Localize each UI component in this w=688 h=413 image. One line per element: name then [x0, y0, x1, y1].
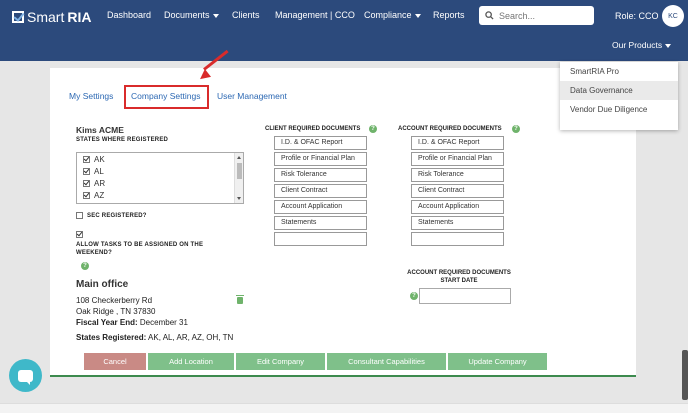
logo-text-bold: RIA	[67, 9, 92, 25]
state-label: AK	[94, 155, 105, 164]
annotation-highlight-box	[124, 85, 209, 109]
client-doc-field[interactable]: Profile or Financial Plan	[274, 152, 367, 166]
avatar[interactable]: KC	[662, 5, 684, 27]
help-icon[interactable]: ?	[410, 292, 418, 300]
state-option[interactable]: AK	[77, 154, 243, 165]
logo-check-icon	[12, 11, 24, 23]
listbox-scrollbar[interactable]	[234, 153, 243, 203]
office-address-line1: 108 Checkerberry Rd	[76, 296, 153, 305]
role-label: Role: CCO	[615, 11, 659, 21]
state-option[interactable]: AR	[77, 178, 243, 189]
state-label: AR	[94, 179, 106, 188]
checkbox[interactable]	[83, 180, 90, 187]
our-products-menu[interactable]: Our Products	[612, 40, 672, 50]
client-doc-field[interactable]: Client Contract	[274, 184, 367, 198]
states-registered-label: STATES WHERE REGISTERED	[76, 137, 169, 143]
client-doc-field[interactable]: Statements	[274, 216, 367, 230]
start-date-input[interactable]	[419, 288, 511, 304]
sec-registered-label: SEC REGISTERED?	[87, 213, 147, 219]
cancel-button[interactable]: Cancel	[84, 353, 146, 370]
smartria-logo[interactable]: Smart RIA	[12, 9, 91, 25]
account-doc-field[interactable]: Statements	[411, 216, 504, 230]
tab-user-management[interactable]: User Management	[217, 91, 287, 101]
our-products-label: Our Products	[612, 40, 663, 50]
company-name: Kims ACME	[76, 125, 124, 135]
scroll-up-icon[interactable]	[237, 156, 241, 159]
vertical-scrollbar[interactable]	[682, 350, 688, 400]
nav-compliance[interactable]: Compliance	[364, 10, 421, 20]
weekend-tasks-label: ALLOW TASKS TO BE ASSIGNED ON THE WEEKEN…	[76, 242, 204, 256]
nav-management-cco[interactable]: Management | CCO	[275, 10, 355, 20]
office-address-line2: Oak Ridge , TN 37830	[76, 307, 156, 316]
chat-button[interactable]	[9, 359, 42, 392]
checkbox[interactable]	[83, 156, 90, 163]
client-docs-title: CLIENT REQUIRED DOCUMENTS	[265, 126, 361, 132]
account-doc-field[interactable]: Account Application	[411, 200, 504, 214]
client-doc-field[interactable]: Account Application	[274, 200, 367, 214]
tab-my-settings[interactable]: My Settings	[69, 91, 113, 101]
fiscal-year-value: December 31	[139, 318, 188, 327]
start-date-title: ACCOUNT REQUIRED DOCUMENTS START DATE	[407, 270, 511, 284]
account-doc-field[interactable]: Client Contract	[411, 184, 504, 198]
states-registered-row: States Registered: AK, AL, AR, AZ, OH, T…	[76, 333, 233, 342]
logo-text-light: Smart	[27, 9, 65, 25]
account-doc-field[interactable]: Risk Tolerance	[411, 168, 504, 182]
top-navbar: Smart RIA Dashboard Documents Clients Man…	[0, 0, 688, 61]
checkbox[interactable]	[83, 192, 90, 199]
menu-item-smartria-pro[interactable]: SmartRIA Pro	[560, 62, 678, 81]
account-doc-field[interactable]	[411, 232, 504, 246]
client-doc-field[interactable]: I.D. & OFAC Report	[274, 136, 367, 150]
state-label: AL	[94, 167, 104, 176]
nav-documents-label: Documents	[164, 10, 210, 20]
client-doc-field[interactable]: Risk Tolerance	[274, 168, 367, 182]
fiscal-year-row: Fiscal Year End: December 31	[76, 318, 188, 327]
products-dropdown: SmartRIA Pro Data Governance Vendor Due …	[560, 62, 678, 130]
state-option[interactable]: AZ	[77, 190, 243, 201]
client-doc-field[interactable]	[274, 232, 367, 246]
checkbox[interactable]	[83, 168, 90, 175]
main-office-title: Main office	[76, 279, 129, 290]
update-company-button[interactable]: Update Company	[448, 353, 547, 370]
nav-dashboard[interactable]: Dashboard	[107, 10, 151, 20]
add-location-button[interactable]: Add Location	[148, 353, 234, 370]
help-icon[interactable]: ?	[81, 262, 89, 270]
search-icon	[485, 11, 494, 20]
menu-item-data-governance[interactable]: Data Governance	[560, 81, 678, 100]
scroll-thumb[interactable]	[237, 163, 242, 179]
account-doc-field[interactable]: I.D. & OFAC Report	[411, 136, 504, 150]
menu-item-vendor-due-diligence[interactable]: Vendor Due Diligence	[560, 100, 678, 119]
nav-documents[interactable]: Documents	[164, 10, 219, 20]
chevron-down-icon	[212, 13, 219, 18]
account-doc-field[interactable]: Profile or Financial Plan	[411, 152, 504, 166]
states-registered-row-label: States Registered:	[76, 333, 147, 342]
trash-icon[interactable]	[236, 295, 244, 304]
edit-company-button[interactable]: Edit Company	[236, 353, 325, 370]
search-box[interactable]	[479, 6, 594, 25]
account-docs-title: ACCOUNT REQUIRED DOCUMENTS	[398, 126, 502, 132]
nav-compliance-label: Compliance	[364, 10, 412, 20]
chevron-down-icon	[665, 43, 672, 48]
weekend-tasks-checkbox[interactable]	[76, 231, 83, 238]
state-label: AZ	[94, 191, 105, 200]
states-listbox[interactable]: AK AL AR AZ	[76, 152, 244, 204]
help-icon[interactable]: ?	[369, 125, 377, 133]
consultant-capabilities-button[interactable]: Consultant Capabilities	[327, 353, 446, 370]
nav-clients[interactable]: Clients	[232, 10, 260, 20]
fiscal-year-label: Fiscal Year End:	[76, 318, 138, 327]
help-icon[interactable]: ?	[512, 125, 520, 133]
states-registered-value: AK, AL, AR, AZ, OH, TN	[148, 333, 234, 342]
scroll-down-icon[interactable]	[237, 197, 241, 200]
chevron-down-icon	[414, 13, 421, 18]
sec-registered-checkbox[interactable]	[76, 212, 83, 219]
horizontal-scrollbar[interactable]	[0, 403, 688, 413]
search-input[interactable]	[499, 10, 589, 21]
nav-reports[interactable]: Reports	[433, 10, 465, 20]
chat-bubble-icon	[18, 369, 33, 385]
state-option[interactable]: AL	[77, 166, 243, 177]
